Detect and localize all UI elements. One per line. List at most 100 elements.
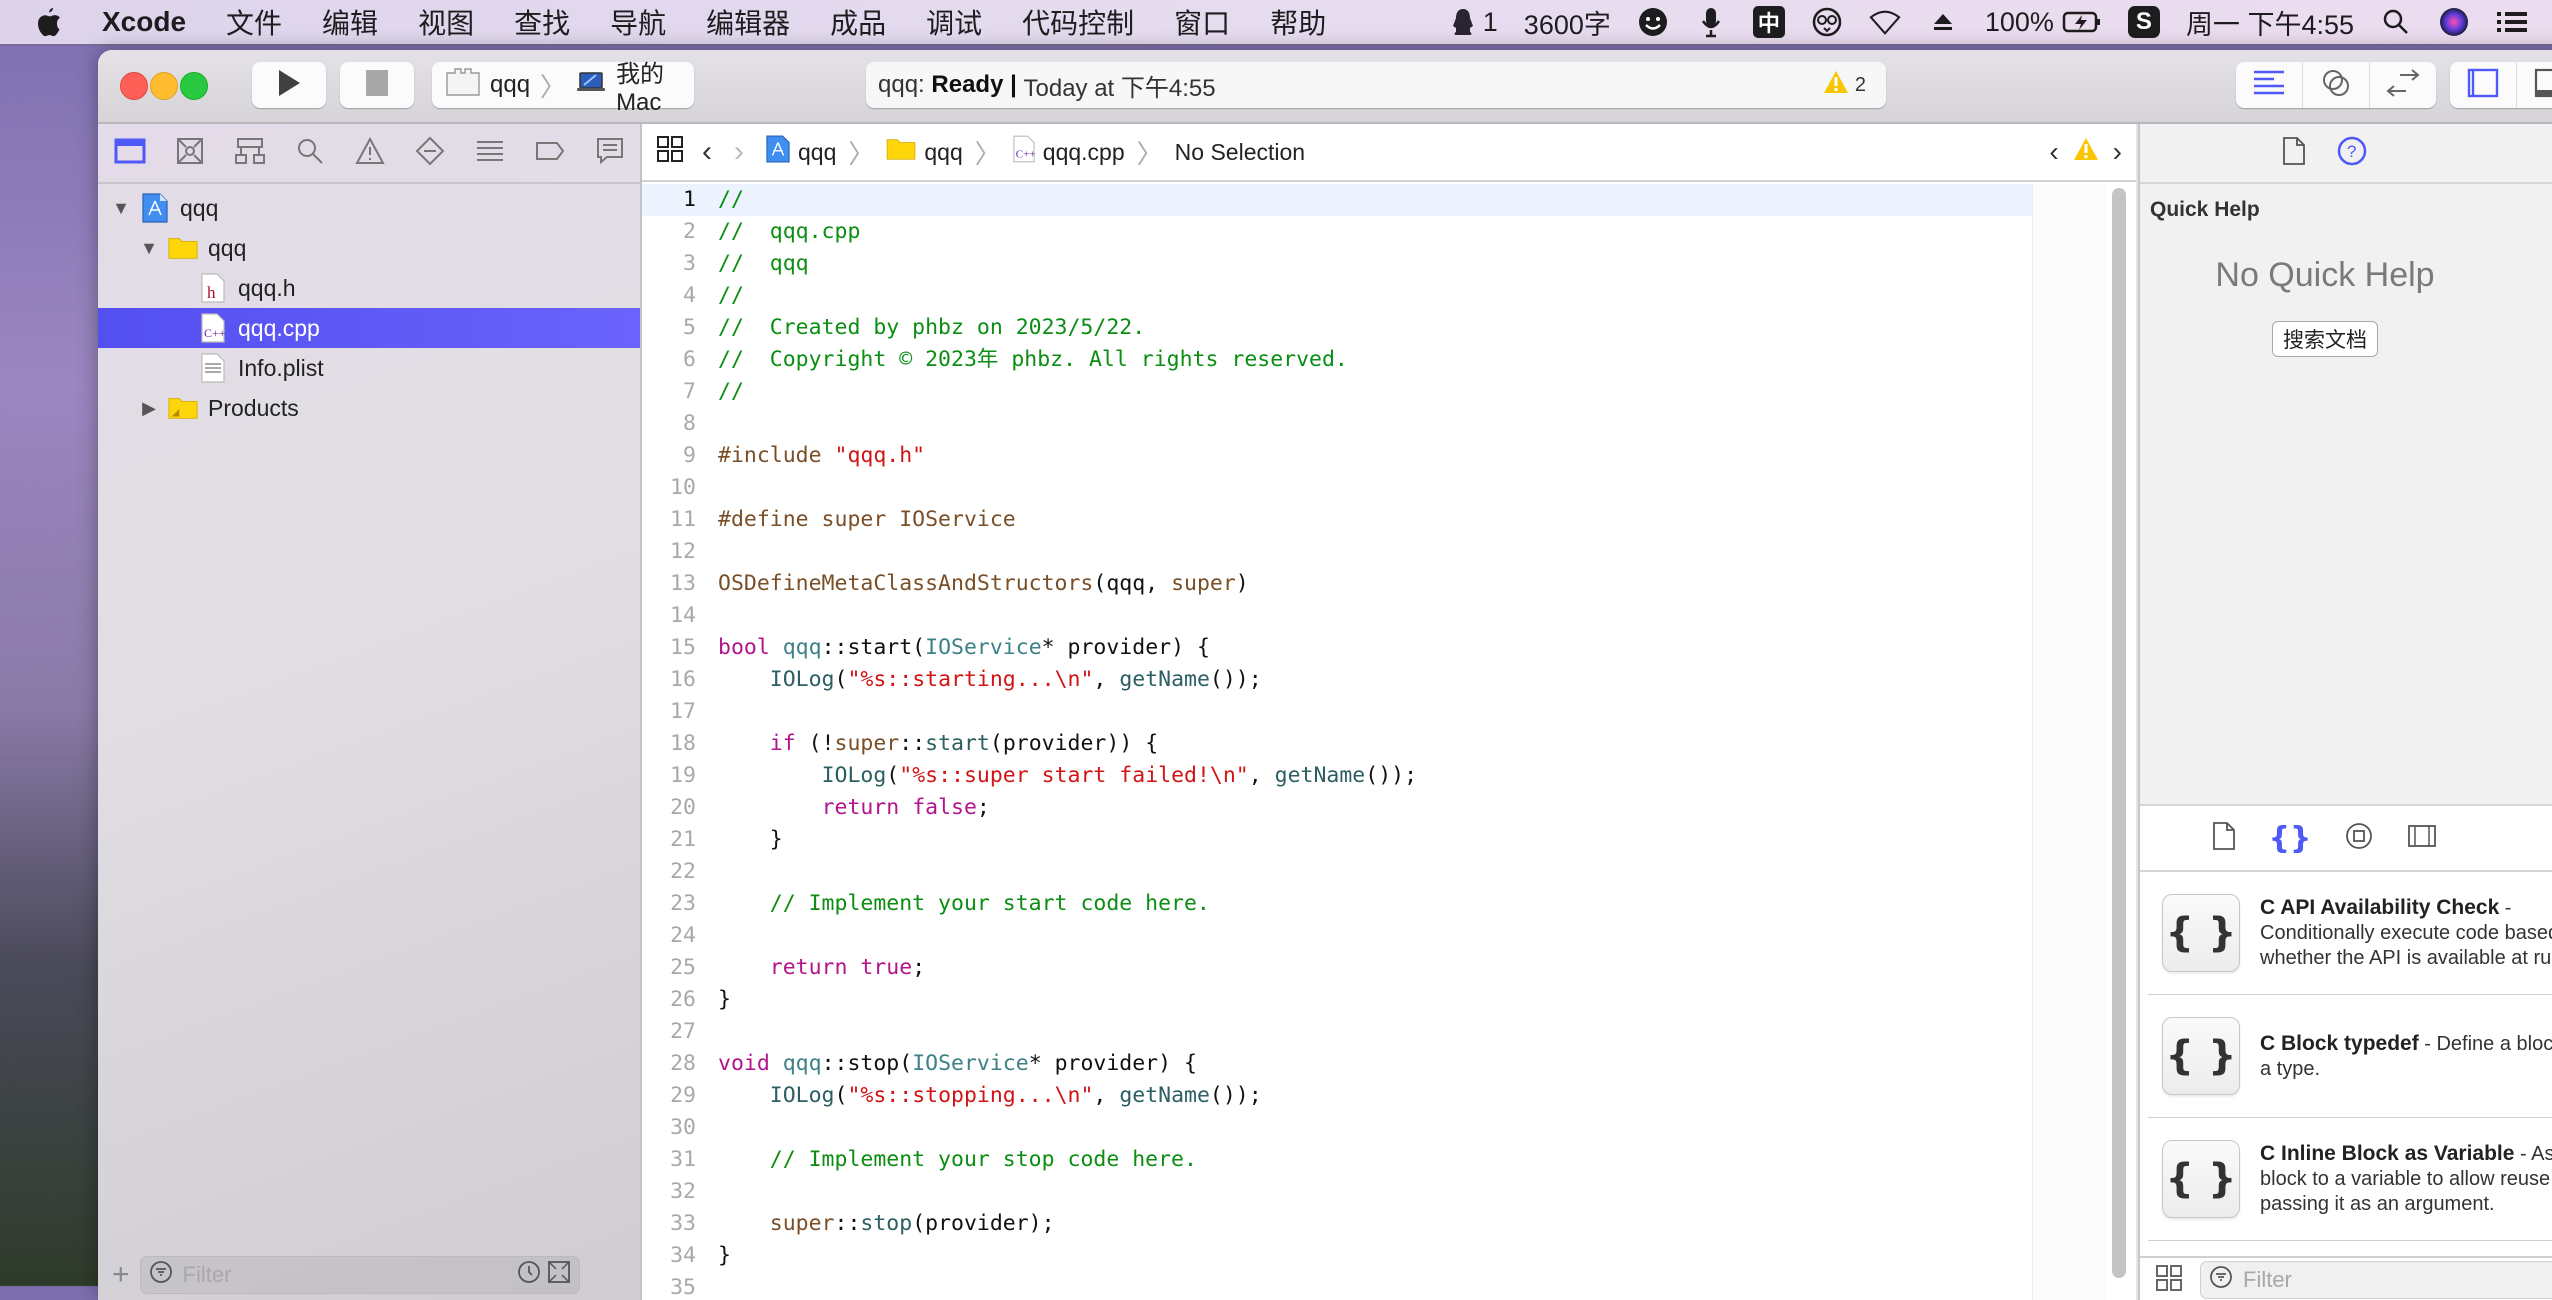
stop-button[interactable] [340,62,414,108]
battery-percent[interactable]: 100% [1985,7,2054,38]
menu-view[interactable]: 视图 [418,2,474,42]
line-number[interactable]: 21 [642,824,718,856]
code-line[interactable]: 6// Copyright © 2023年 phbz. All rights r… [642,344,2032,376]
line-number[interactable]: 18 [642,728,718,760]
line-number[interactable]: 29 [642,1080,718,1112]
line-number[interactable]: 15 [642,632,718,664]
code-line[interactable]: 29 IOLog("%s::stopping...\n", getName())… [642,1080,2032,1112]
disclosure-collapsed-icon[interactable]: ▶ [136,398,162,419]
run-button[interactable] [252,62,326,108]
line-number[interactable]: 1 [642,184,718,216]
vertical-scrollbar[interactable] [2112,188,2126,1278]
line-number[interactable]: 25 [642,952,718,984]
microphone-icon[interactable] [1695,6,1727,38]
related-items-grid-icon[interactable] [656,135,684,169]
code-line[interactable]: 30 [642,1112,2032,1144]
apple-menu-icon[interactable] [30,4,66,40]
line-number[interactable]: 28 [642,1048,718,1080]
line-number[interactable]: 32 [642,1176,718,1208]
code-line[interactable]: 5// Created by phbz on 2023/5/22. [642,312,2032,344]
menu-debug[interactable]: 调试 [926,2,982,42]
grid-view-icon[interactable] [2156,1264,2182,1296]
code-line[interactable]: 21 } [642,824,2032,856]
line-number[interactable]: 9 [642,440,718,472]
disclosure-expanded-icon[interactable]: ▼ [108,198,134,219]
code-area[interactable]: 1//2// qqq.cpp 3// qqq 4//5// Created by p… [642,184,2032,1300]
line-number[interactable]: 19 [642,760,718,792]
siri-icon[interactable] [2438,6,2470,38]
owl-icon[interactable] [1811,6,1843,38]
menu-edit[interactable]: 编辑 [322,2,378,42]
quick-help-icon[interactable]: ? [2337,136,2367,171]
code-line[interactable]: 12 [642,536,2032,568]
line-number[interactable]: 33 [642,1208,718,1240]
sogou-s-icon[interactable]: S [2127,6,2160,38]
snippet-item[interactable]: { } C Block typedef - Define a block as … [2148,995,2552,1118]
navigator-filter-field[interactable] [139,1256,580,1294]
code-line[interactable]: 34} [642,1240,2032,1272]
line-number[interactable]: 8 [642,408,718,440]
tree-row-file[interactable]: h qqq.h [98,268,640,308]
library-filter-input[interactable] [2241,1266,2545,1294]
navigator-filter-input[interactable] [180,1261,485,1289]
line-number[interactable]: 34 [642,1240,718,1272]
breadcrumb-file[interactable]: C++ qqq.cpp [1013,135,1125,169]
tree-row-file-selected[interactable]: C++ qqq.cpp [98,308,640,348]
word-count[interactable]: 3600字 [1524,3,1611,42]
file-template-icon[interactable] [2212,821,2235,855]
code-line[interactable]: 33 super::stop(provider); [642,1208,2032,1240]
forward-chevron-icon[interactable]: › [734,135,744,169]
code-line[interactable]: 13 OSDefineMetaClassAndStructors(qqq, sup… [642,568,2032,600]
previous-issue-icon[interactable]: ‹ [2049,136,2058,168]
file-inspector-icon[interactable] [2283,136,2305,170]
tab-source-control-navigator[interactable] [172,135,208,171]
app-menu[interactable]: Xcode [102,6,186,38]
code-line[interactable]: 16 IOLog("%s::starting...\n", getName())… [642,664,2032,696]
line-number[interactable]: 22 [642,856,718,888]
tree-row-group[interactable]: ▼ qqq [98,228,640,268]
version-editor-button[interactable] [2370,62,2436,108]
tree-row-project[interactable]: ▼ qqq [98,188,640,228]
code-snippet-braces-icon[interactable]: {} [2269,821,2312,856]
line-number[interactable]: 31 [642,1144,718,1176]
eject-icon[interactable] [1927,6,1959,38]
object-library-icon[interactable] [2345,822,2373,855]
code-line[interactable]: 35 [642,1272,2032,1300]
menu-help[interactable]: 帮助 [1270,2,1326,42]
smiley-icon[interactable] [1637,6,1669,38]
toggle-navigator-button[interactable] [2450,62,2517,108]
code-line[interactable]: 23 // Implement your start code here. [642,888,2032,920]
zoom-window-button[interactable] [180,72,208,100]
line-number[interactable]: 35 [642,1272,718,1300]
code-line[interactable]: 11 #define super IOService [642,504,2032,536]
input-method-icon[interactable]: 中 [1752,6,1785,38]
line-number[interactable]: 23 [642,888,718,920]
code-line[interactable]: 1// [642,184,2032,216]
wifi-icon[interactable] [1869,6,1901,38]
code-line[interactable]: 10 [642,472,2032,504]
code-line[interactable]: 15 bool qqq::start(IOService* provider) { [642,632,2032,664]
tab-issue-navigator[interactable] [352,135,388,171]
code-line[interactable]: 4// [642,280,2032,312]
code-line[interactable]: 26} [642,984,2032,1016]
tree-row-file[interactable]: Info.plist [98,348,640,388]
code-line[interactable]: 28 void qqq::stop(IOService* provider) { [642,1048,2032,1080]
tab-project-navigator[interactable] [112,135,148,171]
code-line[interactable]: 7// [642,376,2032,408]
standard-editor-button[interactable] [2236,62,2303,108]
code-line[interactable]: 8 [642,408,2032,440]
line-number[interactable]: 16 [642,664,718,696]
media-library-icon[interactable] [2407,824,2437,853]
line-number[interactable]: 27 [642,1016,718,1048]
line-number[interactable]: 20 [642,792,718,824]
breadcrumb-project[interactable]: qqq [766,135,836,169]
line-number[interactable]: 30 [642,1112,718,1144]
breadcrumb-group[interactable]: qqq [886,137,963,167]
code-line[interactable]: 22 [642,856,2032,888]
menu-navigate[interactable]: 导航 [610,2,666,42]
line-number[interactable]: 12 [642,536,718,568]
disclosure-expanded-icon[interactable]: ▼ [136,238,162,259]
back-chevron-icon[interactable]: ‹ [702,135,712,169]
line-number[interactable]: 11 [642,504,718,536]
snippet-item[interactable]: { } C Inline Block as Variable - Assign … [2148,1118,2552,1241]
